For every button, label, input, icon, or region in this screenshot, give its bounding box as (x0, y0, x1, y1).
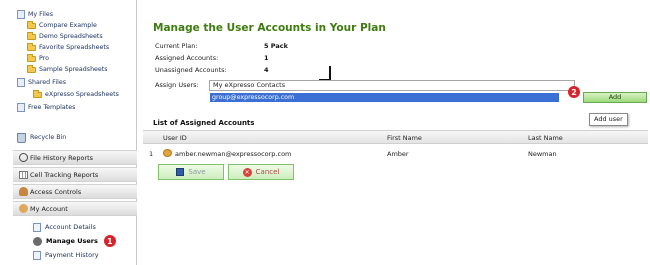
table-row[interactable]: 1 amber.newman@expressocorp.com Amber Ne… (143, 145, 648, 161)
tree-item-expresso-spreadsheets[interactable]: eXpresso Spreadsheets (33, 89, 119, 99)
add-button[interactable]: Add (583, 92, 647, 103)
cell-last-name: Newman (528, 150, 557, 158)
sidebar-item-manage-users[interactable]: Manage Users 1 (33, 235, 116, 247)
cell-user-id: amber.newman@expressocorp.com (175, 150, 292, 158)
section-my-account[interactable]: My Account (13, 201, 137, 216)
recycle-bin[interactable]: Recycle Bin (17, 132, 67, 143)
tree-item-pro[interactable]: Pro (27, 53, 49, 63)
section-label: Cell Tracking Reports (30, 170, 99, 179)
step-badge-1: 1 (103, 235, 116, 247)
user-icon (19, 204, 28, 213)
grid-icon (19, 170, 28, 179)
cancel-icon: ✕ (242, 167, 252, 177)
section-file-history-reports[interactable]: File History Reports (13, 150, 137, 165)
tree-item-label: Free Templates (28, 104, 76, 111)
column-header-first-name[interactable]: First Name (387, 134, 422, 142)
folder-icon (33, 89, 42, 98)
cell-first-name: Amber (387, 150, 409, 158)
floppy-disk-icon (176, 168, 185, 176)
tree-item-label: Compare Example (39, 22, 97, 29)
column-header-last-name[interactable]: Last Name (528, 134, 563, 142)
cancel-button[interactable]: ✕ Cancel (228, 164, 294, 180)
main-panel: Manage the User Accounts in Your Plan Cu… (143, 0, 650, 265)
tree-item-label: Demo Spreadsheets (39, 33, 103, 40)
table-header: User ID First Name Last Name (143, 130, 648, 144)
step-badge-2: 2 (568, 86, 580, 98)
annotation-pointer-line (329, 66, 331, 80)
clock-icon (19, 153, 28, 162)
document-icon (33, 250, 41, 260)
tree-item-my-files[interactable]: My Files (17, 10, 53, 19)
tree-item-sample-spreadsheets[interactable]: Sample Spreadsheets (27, 64, 108, 74)
section-cell-tracking-reports[interactable]: Cell Tracking Reports (13, 167, 137, 182)
page-title: Manage the User Accounts in Your Plan (153, 22, 386, 34)
tree-item-label: Pro (39, 55, 49, 62)
section-access-controls[interactable]: Access Controls (13, 184, 137, 199)
assigned-accounts-title: List of Assigned Accounts (153, 119, 255, 127)
sidebar-item-label: Manage Users (46, 237, 98, 245)
stat-value-unassigned: 4 (264, 66, 269, 74)
manage-users-icon (33, 236, 42, 246)
folder-icon (27, 42, 36, 51)
save-label: Save (188, 168, 206, 176)
tree-item-compare-example[interactable]: Compare Example (27, 20, 97, 30)
cancel-label: Cancel (255, 168, 280, 176)
stat-label-current-plan: Current Plan: (155, 42, 198, 50)
tree-item-label: Favorite Spreadsheets (39, 44, 110, 51)
add-user-tooltip: Add user (589, 113, 628, 126)
user-icon (163, 149, 172, 157)
recycle-bin-label: Recycle Bin (30, 134, 67, 141)
tree-item-favorite-spreadsheets[interactable]: Favorite Spreadsheets (27, 42, 110, 52)
stat-value-assigned: 1 (264, 54, 269, 62)
stat-label-assigned: Assigned Accounts: (155, 54, 219, 62)
save-button[interactable]: Save (158, 164, 224, 180)
section-label: Access Controls (30, 187, 82, 196)
dropdown-option-selected[interactable]: group@expressocorp.com (210, 93, 559, 102)
sidebar-item-payment-history[interactable]: Payment History (33, 250, 99, 260)
page-icon (17, 10, 25, 19)
tree-item-label: Shared Files (28, 79, 66, 86)
tree-item-free-templates[interactable]: Free Templates (17, 103, 75, 112)
tree-item-label: eXpresso Spreadsheets (45, 91, 119, 98)
assign-users-label: Assign Users: (155, 81, 199, 89)
tree-item-label: My Files (28, 11, 53, 18)
sidebar: My Files Compare Example Demo Spreadshee… (13, 0, 137, 265)
page-icon (17, 103, 25, 112)
assign-users-combobox[interactable]: My eXpresso Contacts (209, 80, 575, 91)
column-header-user-id[interactable]: User ID (163, 134, 187, 142)
tree-item-demo-spreadsheets[interactable]: Demo Spreadsheets (27, 31, 103, 41)
sidebar-item-account-details[interactable]: Account Details (33, 222, 96, 232)
folder-icon (27, 20, 36, 29)
folder-icon (27, 53, 36, 62)
people-icon (19, 187, 28, 196)
tree-item-label: Sample Spreadsheets (39, 66, 108, 73)
section-label: File History Reports (30, 153, 94, 162)
sidebar-item-label: Account Details (45, 223, 96, 231)
page-icon (17, 78, 25, 87)
stat-value-current-plan: 5 Pack (264, 42, 288, 50)
section-label: My Account (30, 204, 68, 213)
folder-icon (27, 31, 36, 40)
sidebar-item-label: Payment History (45, 251, 99, 259)
folder-icon (27, 64, 36, 73)
tree-item-shared-files[interactable]: Shared Files (17, 78, 66, 87)
stat-label-unassigned: Unassigned Accounts: (155, 66, 227, 74)
row-number: 1 (149, 150, 154, 158)
recycle-bin-icon (17, 132, 26, 143)
document-icon (33, 222, 41, 232)
